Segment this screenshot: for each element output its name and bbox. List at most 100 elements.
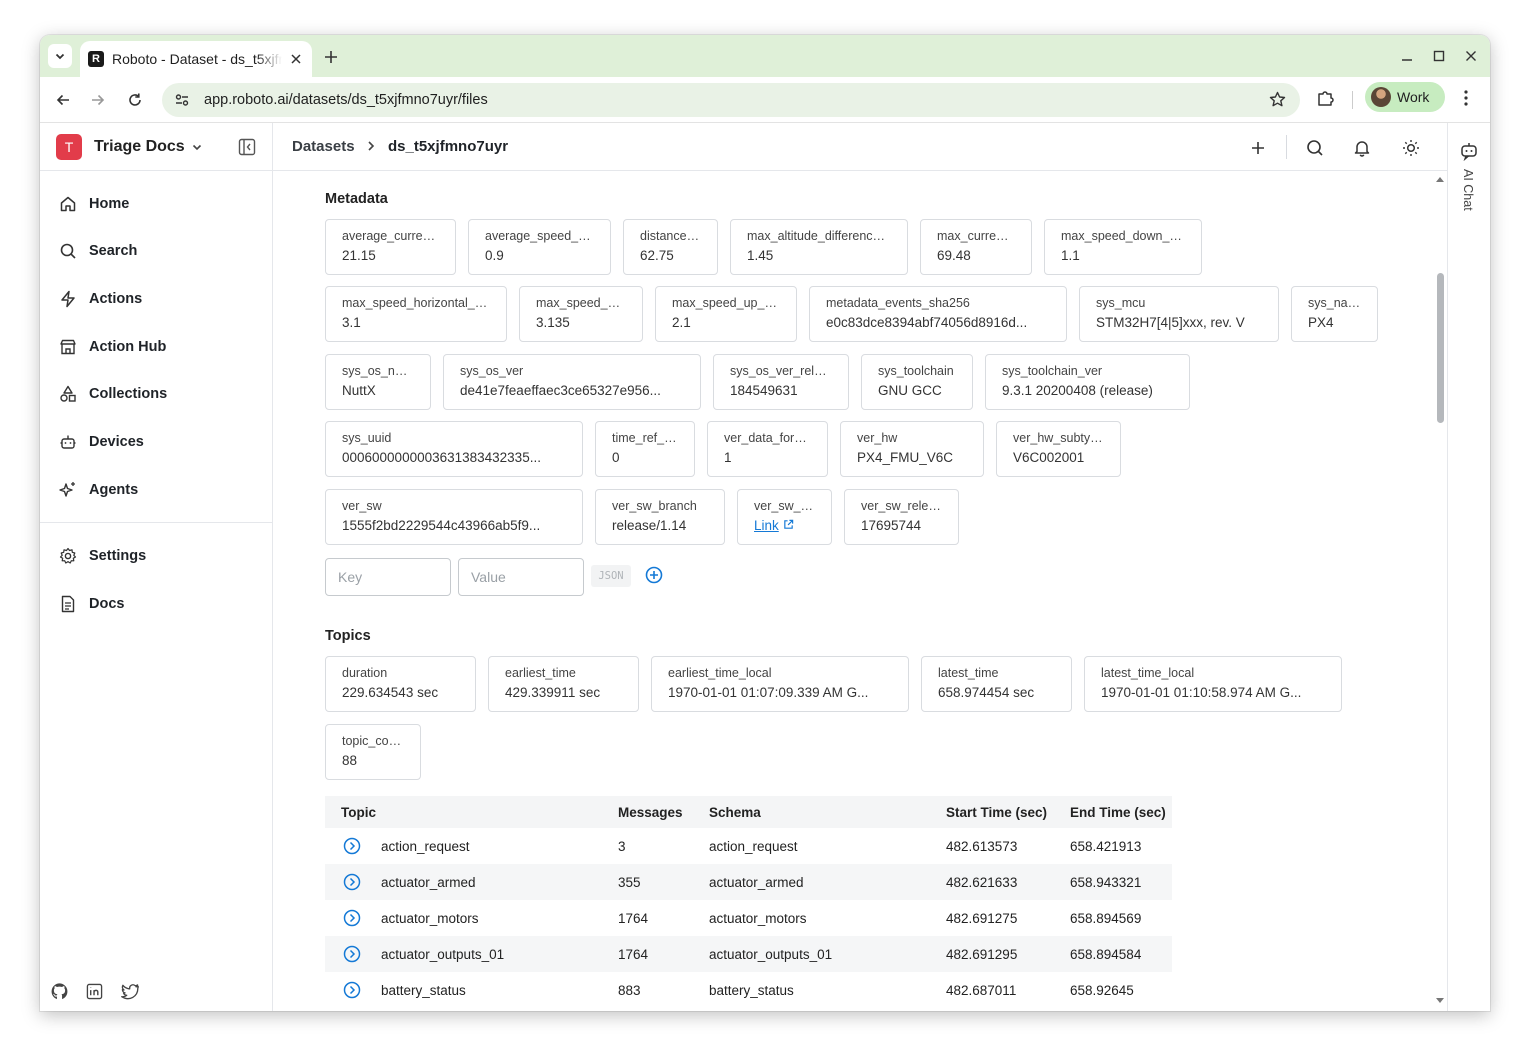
- address-bar[interactable]: app.roboto.ai/datasets/ds_t5xjfmno7uyr/f…: [162, 83, 1300, 117]
- sidebar-item-actions[interactable]: Actions: [58, 284, 142, 314]
- metadata-card[interactable]: max_speed_up_kmh 2.1: [655, 286, 797, 342]
- github-link[interactable]: [49, 981, 69, 1001]
- metadata-card[interactable]: ver_data_format 1: [707, 421, 828, 477]
- table-row[interactable]: actuator_motors 1764 actuator_motors 482…: [325, 900, 1172, 936]
- scroll-thumb[interactable]: [1437, 273, 1444, 423]
- org-switcher[interactable]: T Triage Docs: [56, 134, 203, 160]
- table-row[interactable]: action_request 3 action_request 482.6135…: [325, 828, 1172, 864]
- sidebar-item-home[interactable]: Home: [58, 189, 129, 219]
- column-header-topic[interactable]: Topic: [341, 796, 376, 828]
- profile-button[interactable]: Work: [1365, 82, 1445, 112]
- metadata-card[interactable]: sys_os_ver de41e7feaeffaec3ce65327e956...: [443, 354, 701, 410]
- expand-row-icon[interactable]: [343, 981, 361, 999]
- header-search-button[interactable]: [1304, 137, 1326, 159]
- sidebar-item-settings[interactable]: Settings: [58, 541, 146, 571]
- column-header-messages[interactable]: Messages: [618, 796, 683, 828]
- site-settings-icon[interactable]: [174, 92, 190, 108]
- linkedin-link[interactable]: [84, 981, 104, 1001]
- metadata-card[interactable]: distance_m 62.75: [623, 219, 718, 275]
- shapes-icon: [58, 384, 78, 404]
- theme-toggle-button[interactable]: [1400, 137, 1422, 159]
- sidebar-item-label: Home: [89, 196, 130, 212]
- metadata-card[interactable]: max_speed_down_kmh 1.1: [1044, 219, 1202, 275]
- topic-summary-card[interactable]: earliest_time_local 1970-01-01 01:07:09.3…: [651, 656, 909, 712]
- scroll-down-arrow-icon[interactable]: [1436, 998, 1444, 1003]
- metadata-card[interactable]: ver_sw_branch release/1.14: [595, 489, 725, 545]
- column-header-start-time[interactable]: Start Time (sec): [946, 796, 1047, 828]
- column-header-schema[interactable]: Schema: [709, 796, 761, 828]
- metadata-card[interactable]: ver_hw PX4_FMU_V6C: [840, 421, 984, 477]
- json-toggle-button[interactable]: JSON: [591, 565, 631, 587]
- minimize-button[interactable]: [1396, 45, 1418, 67]
- topics-heading: Topics: [325, 628, 371, 644]
- sidebar-item-devices[interactable]: Devices: [58, 427, 144, 457]
- sidebar-divider: [40, 170, 272, 171]
- metadata-card[interactable]: max_speed_kmh 3.135: [519, 286, 643, 342]
- column-header-end-time[interactable]: End Time (sec): [1070, 796, 1166, 828]
- metadata-card[interactable]: sys_os_name NuttX: [325, 354, 431, 410]
- metadata-card[interactable]: ver_hw_subtype V6C002001: [996, 421, 1121, 477]
- metadata-card[interactable]: ver_sw 1555f2bd2229544c43966ab5f9...: [325, 489, 583, 545]
- sidebar-item-action-hub[interactable]: Action Hub: [58, 332, 166, 362]
- bookmark-button[interactable]: [1269, 91, 1286, 113]
- metadata-card[interactable]: ver_sw_release 17695744: [844, 489, 959, 545]
- sidebar-item-search[interactable]: Search: [58, 236, 137, 266]
- scroll-up-arrow-icon[interactable]: [1436, 177, 1444, 182]
- collapse-sidebar-button[interactable]: [238, 138, 256, 161]
- forward-button[interactable]: [86, 88, 110, 112]
- metadata-card[interactable]: sys_mcu STM32H7[4|5]xxx, rev. V: [1079, 286, 1279, 342]
- sidebar-item-agents[interactable]: Agents: [58, 475, 138, 505]
- tab-close-button[interactable]: [288, 51, 304, 67]
- metadata-card[interactable]: max_altitude_difference_m 1.45: [730, 219, 908, 275]
- metadata-card[interactable]: time_ref_utc 0: [595, 421, 695, 477]
- metadata-card[interactable]: sys_os_ver_release 184549631: [713, 354, 849, 410]
- ver-sw-link[interactable]: Link: [754, 518, 779, 533]
- metadata-card[interactable]: sys_toolchain_ver 9.3.1 20200408 (release…: [985, 354, 1190, 410]
- metadata-card[interactable]: max_speed_horizontal_kmh 3.1: [325, 286, 507, 342]
- twitter-link[interactable]: [120, 981, 140, 1001]
- add-metadata-button[interactable]: [645, 566, 663, 589]
- metadata-card[interactable]: metadata_events_sha256 e0c83dce8394abf740…: [809, 286, 1067, 342]
- browser-menu-button[interactable]: [1456, 88, 1476, 113]
- notifications-button[interactable]: [1351, 137, 1373, 159]
- topic-summary-card[interactable]: duration 229.634543 sec: [325, 656, 476, 712]
- metadata-card[interactable]: average_current_a 21.15: [325, 219, 456, 275]
- topic-summary-card[interactable]: latest_time 658.974454 sec: [921, 656, 1072, 712]
- expand-row-icon[interactable]: [343, 909, 361, 927]
- topic-summary-card[interactable]: topic_count 88: [325, 724, 421, 780]
- table-row[interactable]: battery_status 883 battery_status 482.68…: [325, 972, 1172, 1008]
- table-row[interactable]: actuator_armed 355 actuator_armed 482.62…: [325, 864, 1172, 900]
- extensions-button[interactable]: [1316, 88, 1336, 113]
- expand-row-icon[interactable]: [343, 837, 361, 855]
- topic-start-time: 482.621633: [946, 874, 1018, 890]
- metadata-card[interactable]: average_speed_kmh 0.9: [468, 219, 611, 275]
- metadata-card[interactable]: sys_name PX4: [1291, 286, 1378, 342]
- tab-search-button[interactable]: [48, 44, 72, 68]
- close-window-button[interactable]: [1460, 45, 1482, 67]
- ai-chat-rail[interactable]: AI Chat: [1447, 123, 1490, 1011]
- metadata-key-input[interactable]: [325, 558, 451, 596]
- reload-button[interactable]: [123, 88, 147, 112]
- metadata-card[interactable]: sys_toolchain GNU GCC: [861, 354, 973, 410]
- metadata-card[interactable]: max_current_a 69.48: [920, 219, 1032, 275]
- expand-row-icon[interactable]: [343, 873, 361, 891]
- back-button[interactable]: [51, 88, 75, 112]
- maximize-button[interactable]: [1428, 45, 1450, 67]
- metadata-card[interactable]: sys_uuid 0006000000003631383432335...: [325, 421, 583, 477]
- create-button[interactable]: [1247, 137, 1269, 159]
- metadata-value-input[interactable]: [458, 558, 584, 596]
- new-tab-button[interactable]: [320, 46, 342, 68]
- topic-summary-card[interactable]: earliest_time 429.339911 sec: [488, 656, 639, 712]
- sidebar-item-collections[interactable]: Collections: [58, 379, 167, 409]
- sidebar-item-docs[interactable]: Docs: [58, 589, 124, 619]
- content-scrollbar[interactable]: [1433, 171, 1447, 1011]
- table-row[interactable]: actuator_outputs_01 1764 actuator_output…: [325, 936, 1172, 972]
- breadcrumb-datasets-link[interactable]: Datasets: [292, 138, 355, 155]
- expand-row-icon[interactable]: [343, 945, 361, 963]
- browser-tab[interactable]: R Roboto - Dataset - ds_t5xjfmno7uyr: [80, 41, 312, 77]
- metadata-key: ver_sw_link: [754, 499, 815, 513]
- metadata-card[interactable]: ver_sw_link Link: [737, 489, 832, 545]
- metadata-key: time_ref_utc: [612, 431, 678, 445]
- external-link-icon[interactable]: [783, 519, 794, 530]
- topic-summary-card[interactable]: latest_time_local 1970-01-01 01:10:58.974…: [1084, 656, 1342, 712]
